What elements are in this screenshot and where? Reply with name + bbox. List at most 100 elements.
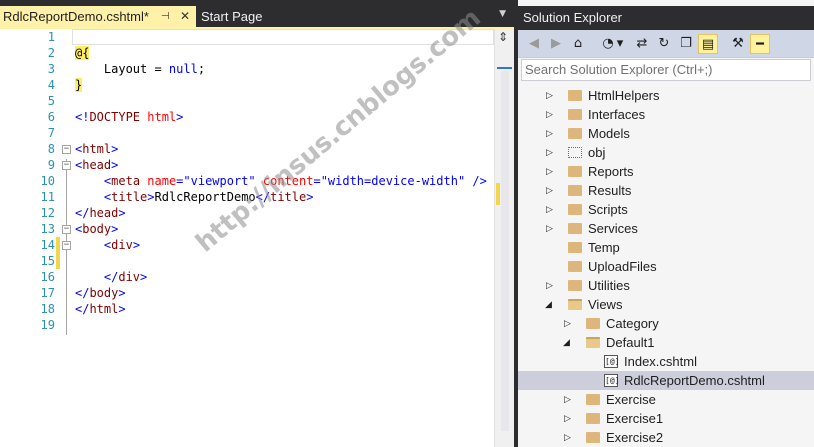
- tree-node-views[interactable]: ◢ Views: [518, 295, 814, 314]
- tab-start-page[interactable]: Start Page: [196, 6, 306, 27]
- expand-arrow-icon[interactable]: ▷: [546, 181, 556, 200]
- folder-icon: [568, 223, 582, 234]
- folder-icon: [568, 185, 582, 196]
- expand-arrow-icon[interactable]: ▷: [546, 276, 556, 295]
- expand-arrow-icon[interactable]: ▷: [546, 105, 556, 124]
- folder-icon: [568, 90, 582, 101]
- tree-node-results[interactable]: ▷ Results: [518, 181, 814, 200]
- line-number: 5: [47, 94, 55, 108]
- tree-node-label: Index.cshtml: [624, 354, 697, 369]
- tree-node-models[interactable]: ▷ Models: [518, 124, 814, 143]
- ide-window: RdlcReportDemo.cshtml* ⊣ ✕ Start Page ▼ …: [0, 0, 814, 447]
- collapse-icon[interactable]: −: [62, 161, 71, 170]
- collapse-icon[interactable]: −: [62, 225, 71, 234]
- tree-node-scripts[interactable]: ▷ Scripts: [518, 200, 814, 219]
- document-tabs: RdlcReportDemo.cshtml* ⊣ ✕ Start Page ▼: [0, 0, 514, 27]
- expand-arrow-icon[interactable]: ▷: [546, 143, 556, 162]
- expand-arrow-icon[interactable]: ▷: [546, 124, 556, 143]
- chevron-down-icon[interactable]: ▼: [499, 9, 506, 19]
- code-line: 15: [0, 253, 494, 269]
- code-area[interactable]: 1 2 @{ 3 Layout = null; 4 } 5 6 <!DOCTYP…: [0, 29, 494, 447]
- folder-icon: [568, 261, 582, 272]
- expand-arrow-icon[interactable]: ▷: [564, 409, 574, 428]
- tree-node-label: UploadFiles: [588, 259, 657, 274]
- vertical-scrollbar[interactable]: ⇕: [494, 29, 514, 447]
- line-number: 12: [40, 206, 55, 220]
- tree-node-rdlcreportdemo-cshtml[interactable]: [@] RdlcReportDemo.cshtml: [518, 371, 814, 390]
- caret-marker: [497, 67, 512, 69]
- preview-icon[interactable]: ━: [750, 34, 770, 54]
- tree-node-default1[interactable]: ◢ Default1: [518, 333, 814, 352]
- tree-node-utilities[interactable]: ▷ Utilities: [518, 276, 814, 295]
- tab-rdlcreportdemo[interactable]: RdlcReportDemo.cshtml* ⊣ ✕: [0, 6, 196, 27]
- tree-node-exercise[interactable]: ▷ Exercise: [518, 390, 814, 409]
- tree-node-exercise2[interactable]: ▷ Exercise2: [518, 428, 814, 447]
- expand-arrow-icon[interactable]: ▷: [546, 162, 556, 181]
- code-line: 17 </body>: [0, 285, 494, 301]
- pin-icon[interactable]: ⊣: [161, 6, 170, 27]
- line-number: 11: [40, 190, 55, 204]
- collapse-all-icon[interactable]: ❐: [676, 34, 696, 54]
- code-line: 7: [0, 125, 494, 141]
- code-text: Layout = null;: [75, 62, 206, 76]
- tab-label: Start Page: [201, 9, 263, 24]
- line-number: 3: [47, 62, 55, 76]
- tree-node-index-cshtml[interactable]: [@] Index.cshtml: [518, 352, 814, 371]
- line-number: 19: [40, 318, 55, 332]
- open-folder-icon: [568, 299, 582, 310]
- tree-node-label: Reports: [588, 164, 634, 179]
- sync-icon[interactable]: ⇄: [632, 34, 652, 54]
- expand-arrow-icon[interactable]: ▷: [564, 314, 574, 333]
- tree-node-label: Exercise2: [606, 430, 664, 445]
- history-dropdown-icon[interactable]: ▾: [614, 34, 626, 54]
- folder-icon: [568, 204, 582, 215]
- tree-node-label: Models: [588, 126, 630, 141]
- close-icon[interactable]: ✕: [180, 6, 190, 27]
- tree-node-category[interactable]: ▷ Category: [518, 314, 814, 333]
- line-number: 10: [40, 174, 55, 188]
- code-line: 16 </div>: [0, 269, 494, 285]
- split-icon[interactable]: ⇕: [498, 30, 508, 44]
- properties-icon[interactable]: ⚒: [728, 34, 748, 54]
- tree-node-label: Default1: [606, 335, 655, 350]
- tree-node-obj[interactable]: ▷ obj: [518, 143, 814, 162]
- collapse-arrow-icon[interactable]: ◢: [563, 333, 573, 352]
- search-input[interactable]: Search Solution Explorer (Ctrl+;): [521, 59, 811, 81]
- refresh-icon[interactable]: ↻: [654, 34, 674, 54]
- code-text: @{: [75, 46, 90, 60]
- scrollbar-thumb[interactable]: [501, 71, 509, 431]
- code-line: 14 − <div>: [0, 237, 494, 253]
- tree-node-label: Views: [588, 297, 623, 312]
- forward-icon[interactable]: ▶: [546, 34, 566, 54]
- tree-node-htmlhelpers[interactable]: ▷ HtmlHelpers: [518, 86, 814, 105]
- show-all-files-icon[interactable]: ▤: [698, 34, 718, 54]
- code-line: 18 </html>: [0, 301, 494, 317]
- tree-node-uploadfiles[interactable]: UploadFiles: [518, 257, 814, 276]
- collapse-icon[interactable]: −: [62, 241, 71, 250]
- code-text: </div>: [103, 270, 148, 284]
- solution-tree: ▷ HtmlHelpers ▷ Interfaces ▷ Models ▷ ob…: [518, 84, 814, 447]
- line-number: 17: [40, 286, 55, 300]
- tree-node-exercise1[interactable]: ▷ Exercise1: [518, 409, 814, 428]
- line-number: 8: [47, 142, 55, 156]
- tree-node-temp[interactable]: Temp: [518, 238, 814, 257]
- expand-arrow-icon[interactable]: ▷: [546, 200, 556, 219]
- change-marker: [496, 183, 500, 205]
- expand-arrow-icon[interactable]: ▷: [546, 86, 556, 105]
- home-icon[interactable]: ⌂: [568, 34, 588, 54]
- back-icon[interactable]: ◀: [524, 34, 544, 54]
- tree-node-label: Category: [606, 316, 659, 331]
- tree-node-interfaces[interactable]: ▷ Interfaces: [518, 105, 814, 124]
- expand-arrow-icon[interactable]: ▷: [564, 428, 574, 447]
- tab-label: RdlcReportDemo.cshtml*: [3, 9, 149, 24]
- tree-node-services[interactable]: ▷ Services: [518, 219, 814, 238]
- collapse-icon[interactable]: −: [62, 145, 71, 154]
- collapse-arrow-icon[interactable]: ◢: [545, 295, 555, 314]
- line-number: 2: [47, 46, 55, 60]
- line-number: 9: [47, 158, 55, 172]
- tree-node-reports[interactable]: ▷ Reports: [518, 162, 814, 181]
- solution-explorer-toolbar: ◀ ▶ ⌂ ◔ ▾ ⇄ ↻ ❐ ▤ ⚒ ━: [518, 30, 814, 58]
- expand-arrow-icon[interactable]: ▷: [564, 390, 574, 409]
- expand-arrow-icon[interactable]: ▷: [546, 219, 556, 238]
- code-line: 6 <!DOCTYPE html>: [0, 109, 494, 125]
